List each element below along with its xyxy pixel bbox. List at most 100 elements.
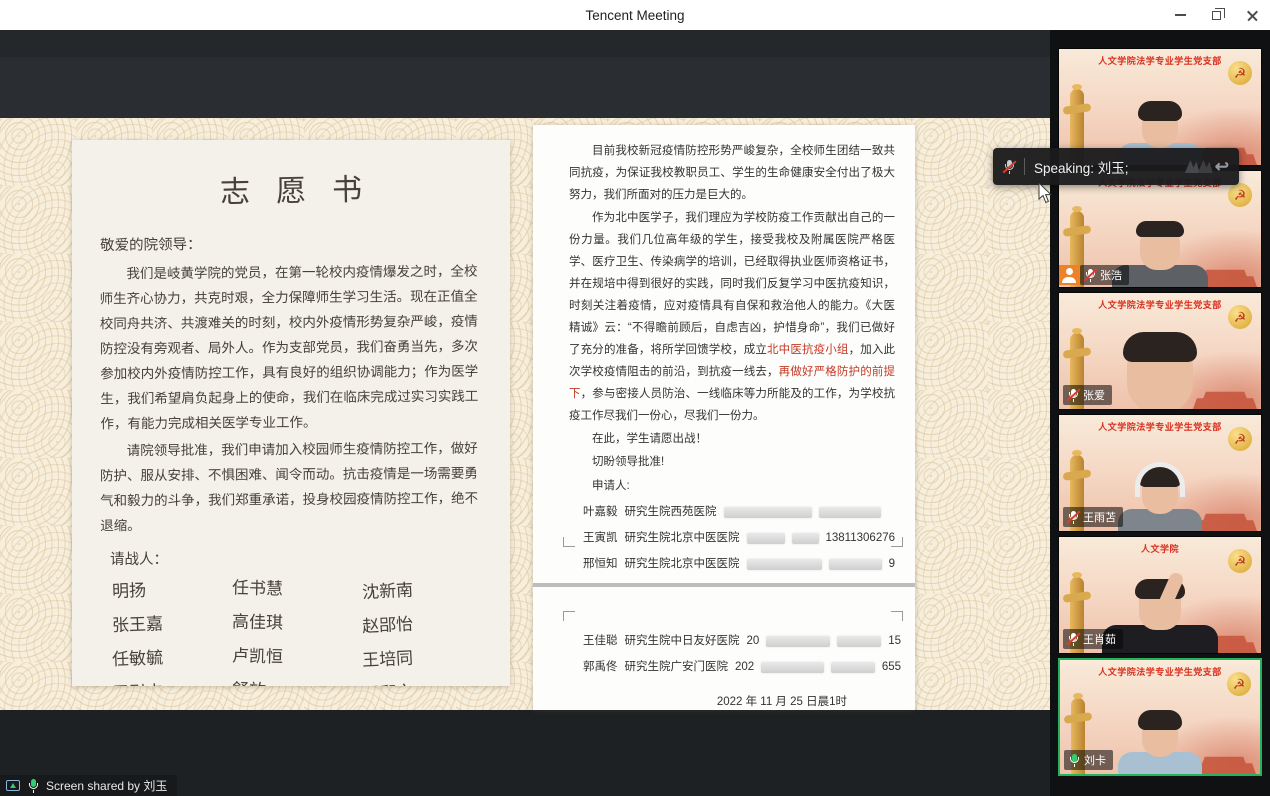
participant-tile[interactable]: 人文学院法学专业学生党支部☭张浩	[1058, 170, 1262, 288]
typed-paragraph-2: 作为北中医学子，我们理应为学校防疫工作贡献出自己的一份力量。我们几位高年级的学生…	[569, 207, 895, 427]
signature-name: 贾鄱文	[361, 674, 482, 686]
participant-name: 王肖茹	[1083, 631, 1116, 647]
participant-name-chip: 张爱	[1063, 385, 1112, 405]
redaction-blur	[829, 559, 882, 570]
applicant-row: 郭禹佟研究生院广安门医院 202 655	[583, 654, 901, 680]
applicant-visible-digits: 655	[882, 656, 901, 678]
participant-name: 王雨苫	[1083, 509, 1116, 525]
participant-name-chip: 刘卡	[1064, 750, 1113, 770]
participant-tile[interactable]: 人文学院法学专业学生党支部☭刘卡	[1058, 658, 1262, 776]
party-emblem-icon: ☭	[1228, 61, 1252, 85]
applicant-name: 王佳聪	[583, 630, 618, 652]
participant-name-chip: 王雨苫	[1063, 507, 1123, 527]
applicant-affiliation: 研究生院西苑医院	[625, 501, 717, 523]
applicant-affiliation: 研究生院北京中医医院	[625, 527, 740, 549]
date-line: 2022 年 11 月 25 日晨1时	[717, 691, 847, 713]
applicant-visible-digits: 9	[889, 553, 895, 575]
participant-name-chip: 张浩	[1080, 265, 1129, 285]
signature-name: 明扬	[112, 573, 233, 602]
muted-mic-icon	[1067, 632, 1079, 646]
active-mic-icon	[27, 779, 39, 793]
typed-paragraph-1: 目前我校新冠疫情防控形势严峻复杂，全校师生团结一致共同抗疫，为保证我校教职员工、…	[569, 140, 895, 206]
logo-mark-icon	[1198, 160, 1213, 173]
typed-text-segment: 作为北中医学子，我们理应为学校防疫工作贡献出自己的一份力量。我们几位高年级的学生…	[569, 212, 895, 356]
text-boundary-mark	[891, 611, 903, 621]
speaking-label: Speaking: 刘玉;	[1034, 157, 1129, 177]
active-mic-icon	[1068, 753, 1080, 767]
applicant-row: 王寅凯研究生院北京中医医院13811306276	[583, 525, 895, 551]
redaction-blur	[792, 533, 819, 544]
applicant-name: 郭禹佟	[583, 656, 618, 678]
mouse-cursor	[1038, 183, 1053, 210]
window-title: Tencent Meeting	[0, 8, 1270, 23]
handwritten-paragraph: 我们是岐黄学院的党员，在第一轮校内疫情爆发之时，全校师生齐心协力，共克时艰，全力…	[99, 260, 482, 438]
title-bar: Tencent Meeting	[0, 0, 1270, 30]
applicant-row: 邢恒知研究生院北京中医医院9	[583, 551, 895, 577]
participant-video-avatar	[1127, 337, 1193, 410]
logo-mark-icon	[1185, 160, 1200, 173]
page-break-line	[533, 583, 915, 587]
applicant-visible-digits: 15	[888, 630, 901, 652]
applicant-row: 王佳聪研究生院中日友好医院 20 15	[583, 628, 901, 654]
muted-mic-icon	[1067, 388, 1079, 402]
close-button[interactable]	[1234, 0, 1270, 30]
typed-text-segment: ，参与密接人员防治、一线临床等力所能及的工作，为学校抗疫工作尽我们一份心，尽我们…	[569, 388, 895, 422]
redaction-blur	[766, 636, 829, 647]
red-emphasis-text: 北中医抗疫小组	[767, 344, 849, 356]
participants-sidebar: 人文学院法学专业学生党支部☭人文学院法学专业学生党支部☭张浩人文学院法学专业学生…	[1050, 30, 1270, 796]
signature-name: 赵郘怡	[361, 606, 482, 637]
share-status-label: Screen shared by 刘玉	[46, 777, 167, 794]
redaction-blur	[747, 559, 822, 570]
participant-name-chip: 王肖茹	[1063, 629, 1123, 649]
minimize-icon	[1175, 14, 1186, 16]
back-arrow-icon: ↩	[1215, 158, 1229, 175]
window-controls	[1162, 0, 1270, 30]
handwritten-paragraph: 请院领导批准，我们申请加入校园师生疫情防控工作，做好防护、服从安排、不惧困难、闻…	[100, 437, 483, 540]
avatar-head	[1142, 472, 1178, 514]
party-emblem-icon: ☭	[1228, 549, 1252, 573]
participant-name: 张爱	[1083, 387, 1105, 403]
speaking-toast: Speaking: 刘玉; ↩	[993, 148, 1239, 185]
redaction-blur	[837, 636, 882, 647]
participant-video-avatar	[1118, 472, 1202, 532]
signature-name: 沈新南	[361, 572, 482, 603]
applicant-affiliation: 研究生院中日友好医院	[625, 630, 740, 652]
applicant-affiliation: 研究生院北京中医医院	[625, 553, 740, 575]
signature-name: 张王嘉	[112, 607, 233, 636]
party-emblem-icon: ☭	[1228, 305, 1252, 329]
applicant-id-prefix: 202	[735, 656, 754, 678]
close-icon	[1247, 10, 1258, 21]
avatar-head	[1140, 226, 1180, 270]
participant-name: 张浩	[1100, 267, 1122, 283]
party-emblem-icon: ☭	[1227, 672, 1251, 696]
share-status-bar: Screen shared by 刘玉	[0, 775, 177, 796]
participant-tile[interactable]: 人文学院法学专业学生党支部☭王雨苫	[1058, 414, 1262, 532]
participant-video-avatar	[1118, 715, 1202, 776]
party-emblem-icon: ☭	[1228, 183, 1252, 207]
toast-divider	[1024, 158, 1025, 175]
typed-letter: 目前我校新冠疫情防控形势严峻复杂，全校师生团结一致共同抗疫，为保证我校教职员工、…	[533, 125, 915, 710]
text-boundary-mark	[563, 611, 575, 621]
signature-name: 任书慧	[232, 573, 363, 601]
applicant-affiliation: 研究生院广安门医院	[625, 656, 729, 678]
party-emblem-icon: ☭	[1228, 427, 1252, 451]
closing-line: 在此，学生请愿出战！	[569, 428, 895, 450]
signature-name: 任敏毓	[112, 641, 233, 670]
redaction-blur	[831, 662, 875, 673]
signature-name: 卢凯恒	[232, 641, 363, 669]
applicants-page1: 叶嘉毅研究生院西苑医院王寅凯研究生院北京中医医院13811306276邢恒知研究…	[569, 499, 895, 577]
muted-mic-icon	[1003, 160, 1015, 174]
applicant-id-prefix: 20	[747, 630, 760, 652]
minimize-button[interactable]	[1162, 0, 1198, 30]
host-person-badge-icon	[1059, 265, 1079, 285]
redaction-blur	[747, 533, 785, 544]
participant-tile[interactable]: 人文学院法学专业学生党支部☭张爱	[1058, 292, 1262, 410]
redaction-blur	[819, 507, 881, 518]
closing-lines: 在此，学生请愿出战！切盼领导批准!	[569, 428, 895, 473]
participant-tile[interactable]: 人文学院☭王肖茹	[1058, 536, 1262, 654]
handwritten-letter-title: 志愿书	[100, 163, 483, 214]
avatar-head	[1127, 337, 1193, 410]
muted-mic-icon	[1084, 268, 1096, 282]
restore-button[interactable]	[1198, 0, 1234, 30]
redaction-blur	[761, 662, 824, 673]
